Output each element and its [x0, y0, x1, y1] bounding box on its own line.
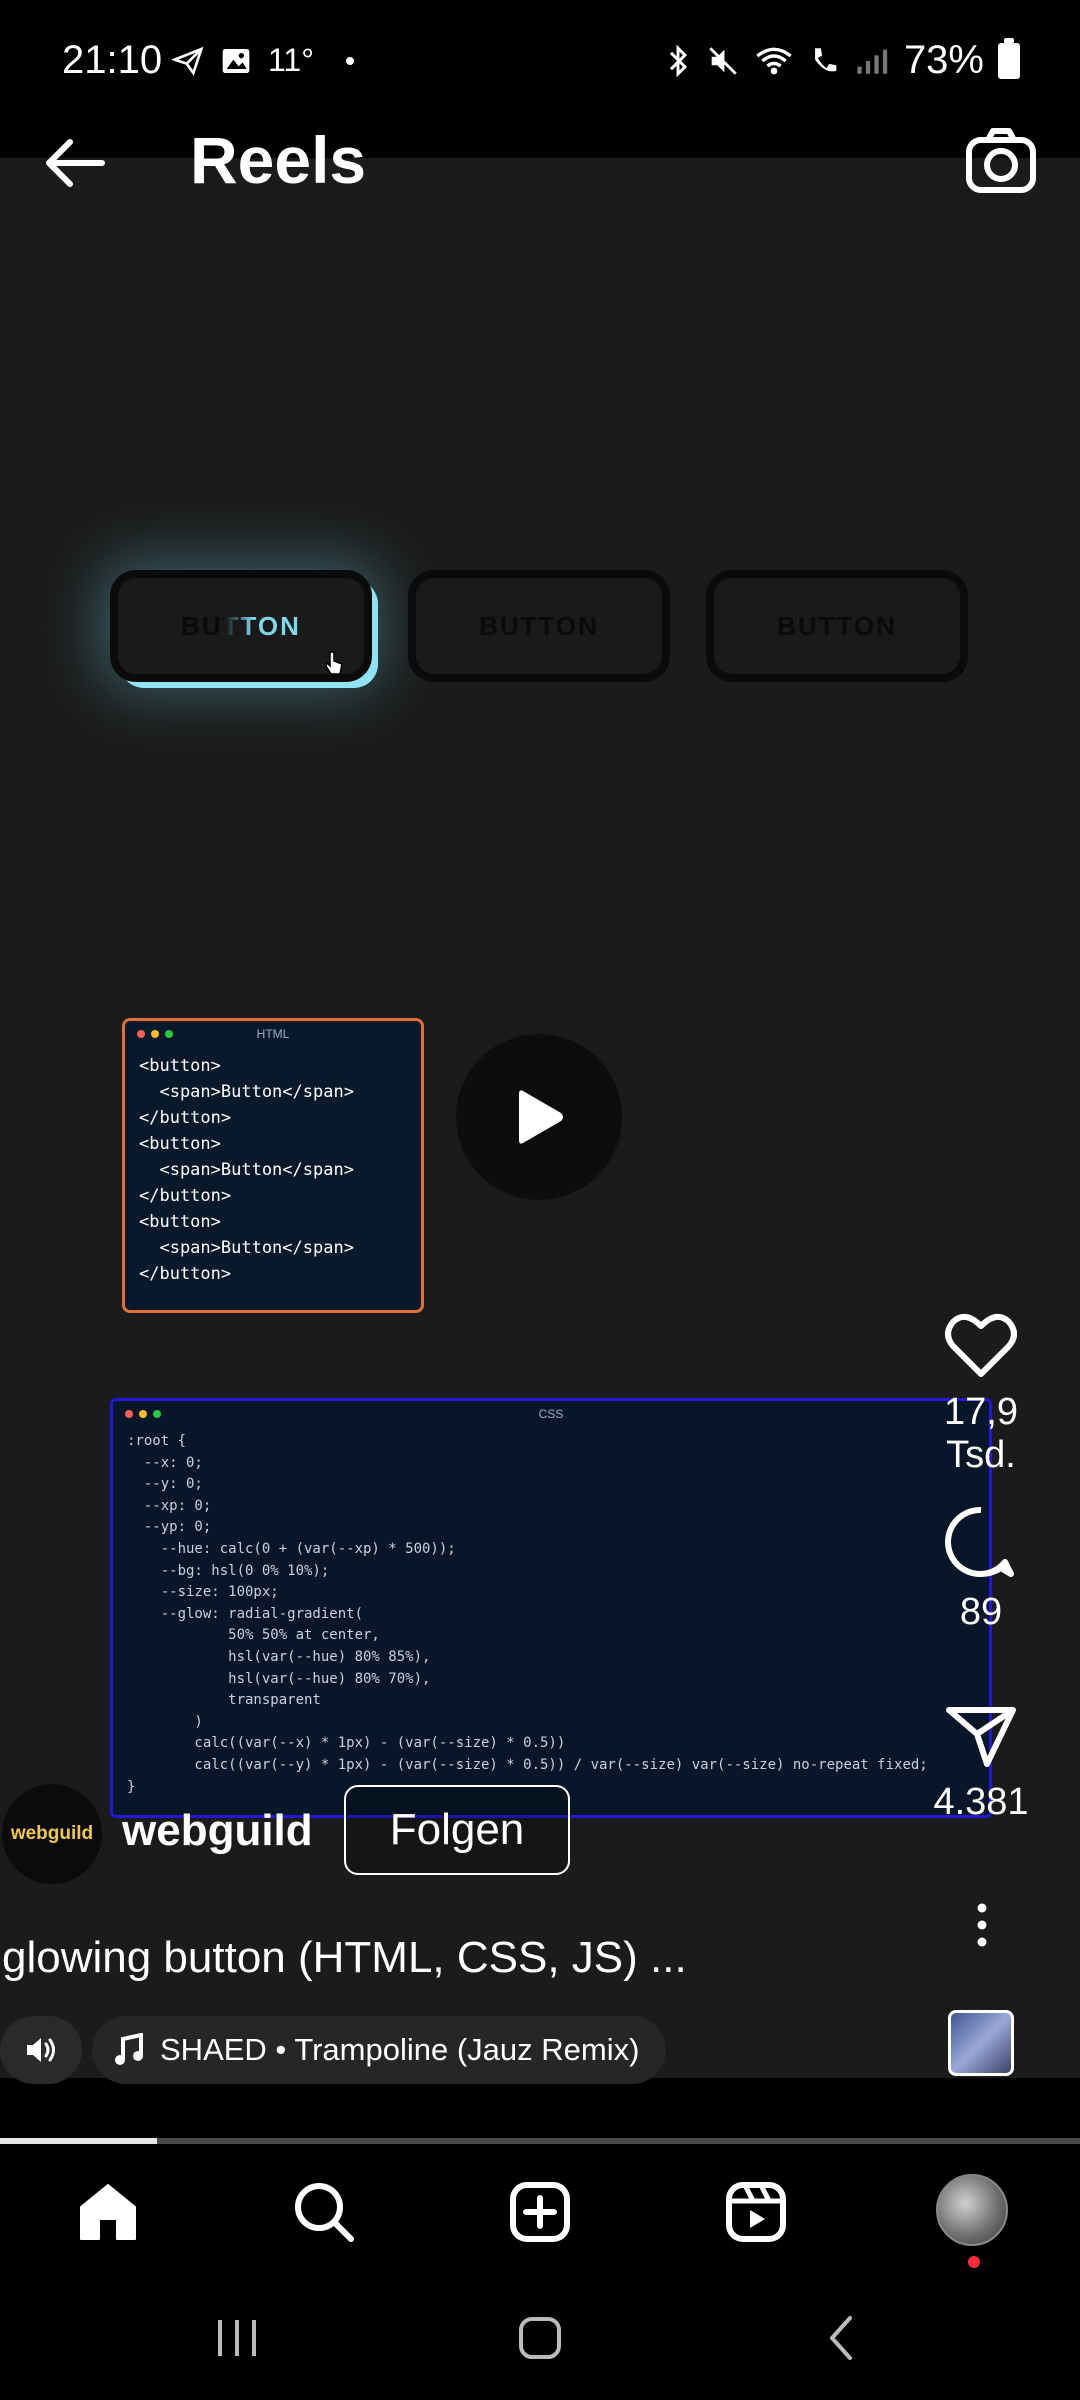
home-icon — [80, 2184, 136, 2240]
camera-icon[interactable] — [964, 124, 1038, 198]
music-title: SHAED • Trampoline (Jauz Remix) — [160, 2032, 640, 2067]
volume-icon — [27, 2038, 55, 2062]
system-navigation-bar — [0, 2284, 1080, 2400]
home-system-icon[interactable] — [518, 2316, 562, 2360]
window-controls: HTML — [125, 1021, 421, 1047]
comment-icon[interactable] — [945, 1506, 1017, 1578]
recent-apps-icon[interactable] — [214, 2318, 260, 2358]
status-time: 21:10 — [62, 38, 163, 82]
play-icon — [519, 1090, 563, 1144]
reels-icon — [726, 2182, 786, 2242]
plus-square-icon — [510, 2182, 570, 2242]
like-action[interactable]: 17,9 Tsd. — [906, 1312, 1056, 1477]
nav-search[interactable] — [284, 2172, 364, 2252]
status-right-icons: 73% — [664, 37, 1020, 83]
wifi-icon — [756, 47, 792, 74]
author-username[interactable]: webguild — [122, 1806, 313, 1856]
css-code-panel: CSS :root { --x: 0; --y: 0; --xp: 0; --y… — [110, 1398, 992, 1818]
css-panel-label: CSS — [538, 1407, 564, 1421]
html-code-panel: HTML <button> <span>Button</span> </butt… — [122, 1018, 424, 1313]
nav-profile-avatar[interactable] — [936, 2174, 1008, 2246]
css-code: :root { --x: 0; --y: 0; --xp: 0; --yp: 0… — [127, 1433, 928, 1795]
music-pill[interactable]: SHAED • Trampoline (Jauz Remix) — [92, 2016, 666, 2084]
nav-create[interactable] — [500, 2172, 580, 2252]
html-code: <button> <span>Button</span> </button> <… — [139, 1056, 354, 1284]
battery-icon — [998, 37, 1020, 79]
battery-percent: 73% — [903, 38, 984, 82]
bottom-navigation — [0, 2144, 1080, 2284]
follow-button[interactable]: Folgen — [344, 1785, 570, 1875]
status-temp: 11° — [268, 42, 315, 78]
share-action[interactable]: 4.381 — [906, 1704, 1056, 1824]
image-icon — [222, 48, 250, 73]
author-avatar[interactable]: webguild — [2, 1784, 102, 1884]
html-panel-label: HTML — [256, 1027, 290, 1041]
notification-dot-icon — [346, 56, 355, 65]
cursor-icon — [325, 651, 343, 675]
send-icon[interactable] — [945, 1704, 1017, 1768]
window-controls: CSS — [113, 1401, 989, 1427]
more-options-icon[interactable] — [974, 1902, 990, 1948]
page-title: Reels — [190, 123, 367, 197]
play-button[interactable] — [456, 1034, 622, 1200]
reel-caption[interactable]: glowing button (HTML, CSS, JS) ... — [2, 1933, 687, 1983]
mute-icon — [709, 46, 737, 75]
sound-toggle-button[interactable] — [0, 2016, 82, 2084]
nav-reels[interactable] — [716, 2172, 796, 2252]
like-count: 17,9 Tsd. — [944, 1391, 1018, 1476]
bluetooth-icon — [669, 44, 687, 77]
heart-icon[interactable] — [945, 1312, 1017, 1378]
share-count: 4.381 — [933, 1781, 1029, 1823]
back-system-icon[interactable] — [826, 2314, 854, 2362]
signal-icon — [857, 49, 888, 74]
comment-action[interactable]: 89 — [906, 1506, 1056, 1634]
nav-home[interactable] — [68, 2172, 148, 2252]
status-bar: 21:10 11° 73% — [0, 0, 1080, 120]
status-left-icons: 11° — [172, 42, 355, 79]
telegram-icon — [172, 46, 204, 76]
audio-thumbnail[interactable] — [948, 2010, 1014, 2076]
music-note-icon — [115, 2033, 143, 2065]
demo-button-2: BUTTON — [408, 570, 670, 682]
profile-notification-dot — [968, 2256, 980, 2268]
demo-button-3: BUTTON — [706, 570, 968, 682]
back-arrow-icon[interactable] — [40, 128, 110, 198]
comment-count: 89 — [959, 1591, 1003, 1633]
call-icon — [815, 47, 837, 71]
search-icon — [295, 2183, 354, 2242]
